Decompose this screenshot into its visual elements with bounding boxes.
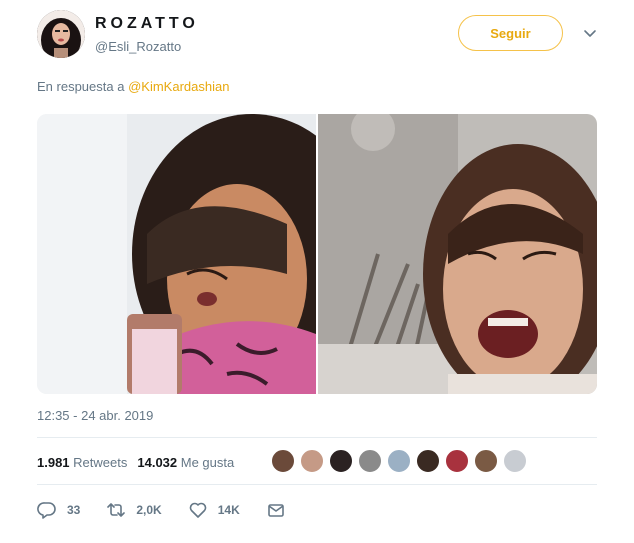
media-photo-right[interactable] [318,114,597,394]
liker-avatar[interactable] [474,449,498,473]
author-handle[interactable]: @Esli_Rozatto [95,39,199,54]
retweets-count: 1.981 [37,455,70,470]
reply-count: 33 [67,503,81,517]
reply-icon [37,502,56,519]
likes-stat[interactable]: 14.032 Me gusta [137,455,234,470]
author-names: ROZATTO @Esli_Rozatto [95,15,199,54]
tweet-media[interactable] [37,114,597,394]
retweet-icon [107,503,126,517]
divider-top [37,437,597,438]
liker-avatar[interactable] [445,449,469,473]
liker-avatars [271,449,532,475]
retweets-label: Retweets [73,455,128,470]
liker-avatar[interactable] [503,449,527,473]
envelope-icon [267,504,284,517]
like-count: 14K [217,503,240,517]
retweet-button[interactable]: 2,0K [106,500,162,520]
retweets-stat[interactable]: 1.981 Retweets [37,455,127,470]
likes-count: 14.032 [137,455,178,470]
author-display-name[interactable]: ROZATTO [95,15,199,33]
liker-avatar[interactable] [300,449,324,473]
liker-avatar[interactable] [271,449,295,473]
tweet-header: ROZATTO @Esli_Rozatto Seguir [37,10,602,62]
reply-context: En respuesta a @KimKardashian [37,79,229,94]
reply-mention-link[interactable]: @KimKardashian [128,79,229,94]
reply-prefix: En respuesta a [37,79,125,94]
liker-avatar[interactable] [387,449,411,473]
tweet-actions: 33 2,0K 14K [37,500,322,520]
follow-button[interactable]: Seguir [458,15,563,51]
liker-avatar[interactable] [329,449,353,473]
likes-label: Me gusta [180,455,235,470]
reply-button[interactable]: 33 [37,500,80,520]
tweet-timestamp[interactable]: 12:35 - 24 abr. 2019 [37,408,153,423]
retweet-count: 2,0K [136,503,162,517]
liker-avatar[interactable] [416,449,440,473]
direct-message-button[interactable] [266,500,296,520]
media-photo-left[interactable] [37,114,316,394]
like-button[interactable]: 14K [188,500,240,520]
divider-bottom [37,484,597,485]
tweet-stats: 1.981 Retweets 14.032 Me gusta [37,455,234,470]
heart-icon [189,502,207,518]
author-avatar[interactable] [37,10,85,58]
chevron-down-icon[interactable] [581,24,599,42]
liker-avatar[interactable] [358,449,382,473]
